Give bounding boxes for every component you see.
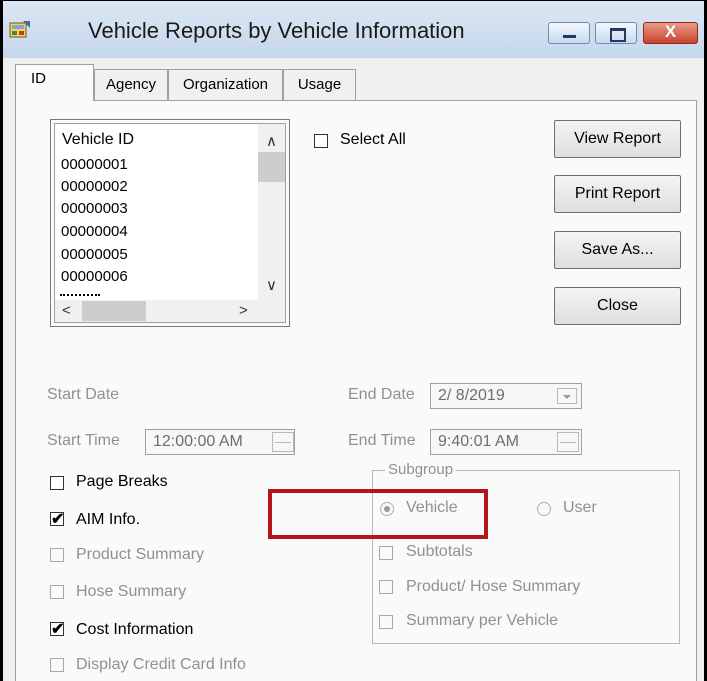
display-credit-card-label: Display Credit Card Info: [76, 656, 246, 673]
list-item-partial: [60, 292, 100, 300]
close-icon: X: [664, 22, 677, 41]
aim-info-label: AIM Info.: [76, 511, 141, 528]
scroll-up-icon[interactable]: ∧: [266, 132, 277, 150]
end-time-value: 9:40:01 AM: [438, 433, 519, 450]
subgroup-title: Subgroup: [385, 461, 457, 478]
print-report-button[interactable]: Print Report: [554, 175, 681, 213]
list-column-header[interactable]: Vehicle ID: [62, 131, 134, 149]
chevron-down-icon: [563, 395, 571, 399]
end-time-spinner[interactable]: [557, 432, 579, 452]
maximize-button[interactable]: [595, 22, 637, 44]
select-all-checkbox[interactable]: [314, 134, 328, 148]
horizontal-scroll-thumb[interactable]: [82, 301, 146, 321]
aim-info-checkbox[interactable]: ✔: [50, 512, 64, 528]
hose-summary-label: Hose Summary: [76, 583, 187, 600]
summary-per-vehicle-checkbox[interactable]: [379, 615, 393, 629]
app-icon: [9, 21, 30, 38]
list-item[interactable]: 00000004: [61, 223, 128, 241]
start-time-label: Start Time: [47, 432, 120, 449]
list-item[interactable]: 00000003: [61, 200, 128, 218]
tab-agency[interactable]: Agency: [94, 69, 168, 100]
minimize-button[interactable]: [548, 22, 590, 44]
list-item[interactable]: 00000006: [61, 268, 128, 286]
display-credit-card-checkbox[interactable]: [50, 658, 64, 672]
end-date-label: End Date: [348, 386, 415, 403]
page-breaks-label: Page Breaks: [76, 473, 168, 490]
save-as-button[interactable]: Save As...: [554, 231, 681, 269]
list-item[interactable]: 00000005: [61, 246, 128, 264]
scroll-down-icon[interactable]: ∨: [266, 276, 277, 294]
start-date-label: Start Date: [47, 386, 120, 403]
user-radio[interactable]: [537, 502, 551, 516]
vertical-scrollbar[interactable]: [258, 124, 285, 300]
summary-per-vehicle-label: Summary per Vehicle: [406, 612, 559, 629]
start-time-value: 12:00:00 AM: [153, 433, 243, 450]
tab-id[interactable]: ID: [15, 64, 94, 101]
list-item[interactable]: 00000002: [61, 178, 128, 196]
view-report-button[interactable]: View Report: [554, 120, 681, 158]
scroll-right-icon[interactable]: >: [239, 302, 248, 319]
page-breaks-checkbox[interactable]: [50, 476, 64, 490]
window-title: Vehicle Reports by Vehicle Information: [88, 18, 465, 43]
close-window-button[interactable]: X: [643, 22, 698, 44]
cost-information-label: Cost Information: [76, 621, 194, 638]
product-summary-checkbox[interactable]: [50, 548, 64, 562]
highlight-box: [268, 489, 488, 539]
product-hose-summary-label: Product/ Hose Summary: [406, 578, 581, 595]
tab-organization[interactable]: Organization: [168, 69, 283, 100]
hose-summary-checkbox[interactable]: [50, 585, 64, 599]
vertical-scroll-thumb[interactable]: [258, 152, 285, 182]
tab-usage[interactable]: Usage: [283, 69, 356, 100]
user-radio-label: User: [563, 499, 597, 516]
product-summary-label: Product Summary: [76, 546, 205, 563]
list-item[interactable]: 00000001: [61, 156, 128, 174]
product-hose-summary-checkbox[interactable]: [379, 580, 393, 594]
end-date-value: 2/ 8/2019: [438, 387, 505, 404]
start-time-spinner[interactable]: [272, 432, 294, 452]
subtotals-label: Subtotals: [406, 543, 473, 560]
close-button[interactable]: Close: [554, 287, 681, 325]
end-time-label: End Time: [348, 432, 416, 449]
select-all-label: Select All: [340, 131, 406, 148]
date-dropdown-button[interactable]: [557, 388, 577, 404]
scroll-left-icon[interactable]: <: [62, 302, 71, 319]
subtotals-checkbox[interactable]: [379, 546, 393, 560]
cost-information-checkbox[interactable]: ✔: [50, 622, 64, 638]
